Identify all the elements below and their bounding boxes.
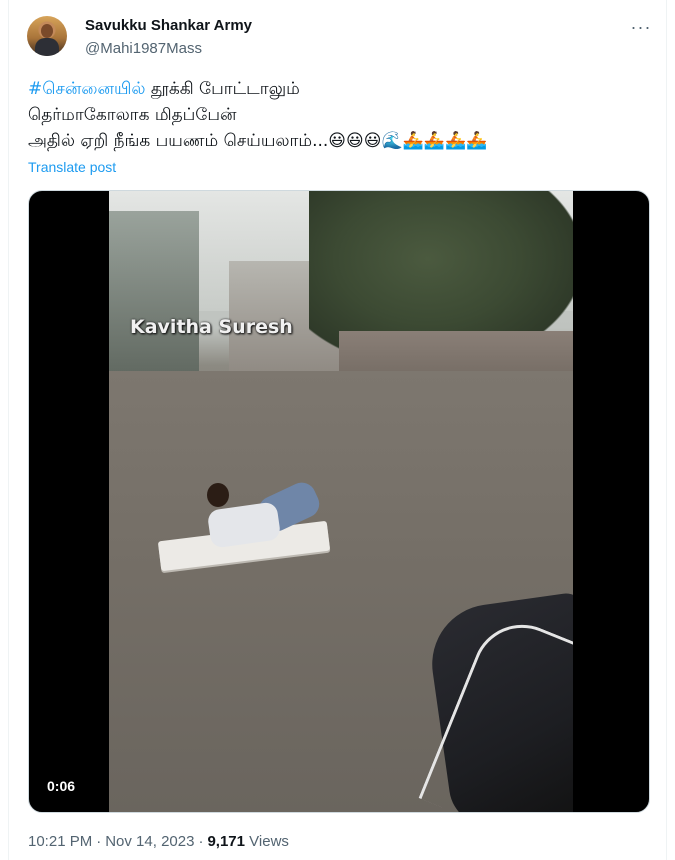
video-duration: 0:06 [41,776,82,796]
avatar-head [41,24,53,38]
tweet-line-2: தெர்மாகோலாக மிதப்பேன் [28,105,237,125]
avatar-shirt [35,38,59,56]
tweet-line-1: #சென்னையில் தூக்கி போட்டாலும் [28,76,648,102]
meta-separator-2: · [198,833,204,850]
avatar[interactable] [27,16,67,56]
more-options-button[interactable]: ··· [628,14,654,40]
post-date[interactable]: Nov 14, 2023 [105,833,194,850]
views-label: Views [249,833,289,850]
translate-post-link[interactable]: Translate post [28,159,116,175]
building-left [109,211,199,381]
video-watermark: Kavitha Suresh [130,316,293,338]
author-display-name[interactable]: Savukku Shankar Army [85,17,252,34]
meta-separator: · [96,833,102,850]
hashtag-link[interactable]: #சென்னையில் [28,79,146,99]
post-time[interactable]: 10:21 PM [28,833,92,850]
person-head [207,483,229,507]
tweet-text: #சென்னையில் தூக்கி போட்டாலும் தெர்மாகோலா… [28,76,648,154]
tweet-line-1-text: தூக்கி போட்டாலும் [145,79,300,99]
tweet-line-3: அதில் ஏறி நீங்க பயணம் செய்யலாம்...😃😃😃🌊🚣🚣… [28,128,648,154]
tweet-line-3-text: அதில் ஏறி நீங்க பயணம் செய்யலாம்... [28,131,329,151]
more-horizontal-icon: ··· [630,16,652,37]
tweet-emojis: 😃😃😃🌊🚣🚣🚣🚣 [328,131,488,151]
author-handle[interactable]: @Mahi1987Mass [85,40,202,57]
tweet-meta: 10:21 PM · Nov 14, 2023 · 9,171 Views [28,833,289,850]
video-player[interactable]: Kavitha Suresh 0:06 [28,190,650,813]
views-count: 9,171 [207,833,245,850]
video-frame: Kavitha Suresh [109,191,573,812]
